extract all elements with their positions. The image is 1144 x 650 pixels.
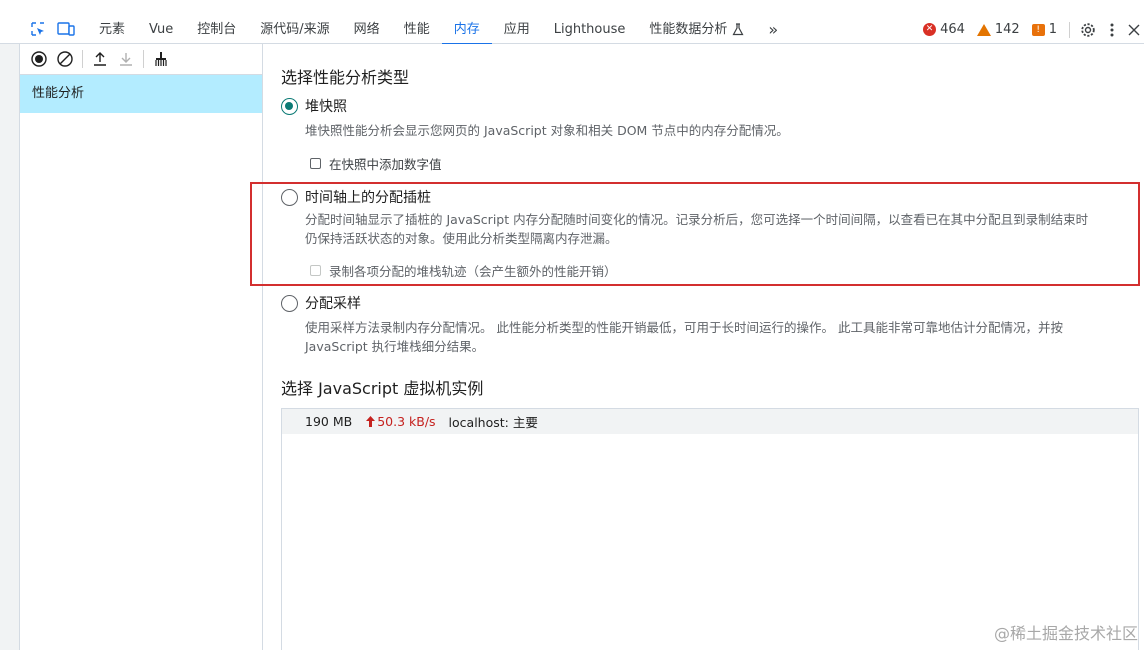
option-allocation-sampling[interactable]: 分配采样	[281, 293, 361, 313]
record-icon[interactable]	[26, 47, 52, 71]
vm-host: localhost: 主要	[448, 415, 538, 430]
tab-network[interactable]: 网络	[342, 15, 392, 44]
allocation-sampling-label: 分配采样	[305, 296, 361, 312]
issue-icon: !	[1031, 23, 1045, 36]
left-gutter	[0, 44, 20, 650]
allocation-timeline-description-line2: 仍保持活跃状态的对象。使用此分析类型隔离内存泄漏。	[305, 231, 618, 246]
status-divider	[1069, 21, 1070, 38]
flask-icon	[732, 22, 744, 36]
error-icon: ✕	[923, 23, 937, 36]
allocation-sampling-description-line1: 使用采样方法录制内存分配情况。 此性能分析类型的性能开销最低，可用于长时间运行的…	[305, 320, 1063, 335]
warning-count[interactable]: 142	[995, 22, 1020, 37]
vm-rate-value: 50.3 kB/s	[377, 414, 436, 429]
tab-console[interactable]: 控制台	[185, 15, 248, 44]
tab-performance-insights[interactable]: 性能数据分析	[637, 15, 756, 44]
allocation-sampling-description-line2: JavaScript 执行堆栈细分结果。	[305, 339, 485, 354]
vm-memory: 190 MB	[305, 414, 353, 429]
profiles-sidebar: 性能分析	[20, 44, 263, 650]
collect-garbage-icon[interactable]	[148, 47, 174, 71]
stack-traces-checkbox	[310, 265, 321, 276]
tab-application[interactable]: 应用	[492, 15, 542, 44]
heap-snapshot-description: 堆快照性能分析会显示您网页的 JavaScript 对象和相关 DOM 节点中的…	[305, 123, 789, 138]
arrow-up-icon	[366, 416, 376, 427]
vm-instance-row[interactable]: 190 MB 50.3 kB/s localhost: 主要	[282, 409, 1138, 434]
tab-elements[interactable]: 元素	[87, 15, 137, 44]
vm-rate: 50.3 kB/s	[366, 414, 436, 429]
allocation-timeline-description: 分配时间轴显示了插桩的 JavaScript 内存分配随时间变化的情况。记录分析…	[305, 210, 1135, 248]
device-toolbar-icon[interactable]	[55, 18, 77, 40]
numeric-values-checkbox-row[interactable]: 在快照中添加数字值	[310, 154, 442, 173]
more-tabs-button[interactable]: »	[756, 15, 790, 44]
devtools-tab-bar: 元素 Vue 控制台 源代码/来源 网络 性能 内存 应用 Lighthouse…	[0, 15, 1144, 45]
sidebar-toolbar	[20, 44, 262, 75]
numeric-values-checkbox[interactable]	[310, 158, 321, 169]
option-heap-snapshot[interactable]: 堆快照	[281, 96, 347, 116]
allocation-sampling-description: 使用采样方法录制内存分配情况。 此性能分析类型的性能开销最低，可用于长时间运行的…	[305, 318, 1135, 356]
allocation-timeline-description-line1: 分配时间轴显示了插桩的 JavaScript 内存分配随时间变化的情况。记录分析…	[305, 212, 1089, 227]
status-area: ✕ 464 142 ! 1	[923, 15, 1144, 44]
warning-icon	[976, 23, 991, 36]
close-icon[interactable]	[1128, 24, 1140, 36]
vm-instance-title: 选择 JavaScript 虚拟机实例	[281, 379, 484, 398]
option-allocation-timeline[interactable]: 时间轴上的分配插桩	[281, 187, 431, 207]
sidebar-item-profiles[interactable]: 性能分析	[20, 75, 262, 113]
tab-performance-insights-label: 性能数据分析	[649, 21, 728, 37]
issue-count[interactable]: 1	[1049, 22, 1057, 37]
inspect-element-icon[interactable]	[27, 18, 49, 40]
tab-vue[interactable]: Vue	[137, 15, 185, 44]
tab-memory[interactable]: 内存	[441, 15, 492, 45]
heap-snapshot-label: 堆快照	[305, 99, 347, 115]
stack-traces-checkbox-label: 录制各项分配的堆栈轨迹（会产生额外的性能开销）	[329, 264, 617, 279]
allocation-timeline-radio[interactable]	[281, 188, 298, 206]
error-count[interactable]: 464	[940, 22, 965, 37]
vm-instance-list: 190 MB 50.3 kB/s localhost: 主要	[281, 408, 1139, 650]
watermark: @稀土掘金技术社区	[993, 624, 1138, 643]
tab-sources[interactable]: 源代码/来源	[248, 15, 341, 44]
tab-performance[interactable]: 性能	[392, 15, 442, 44]
heap-snapshot-radio[interactable]	[281, 97, 298, 115]
more-options-icon[interactable]	[1110, 23, 1114, 37]
allocation-sampling-radio[interactable]	[281, 294, 298, 312]
toolbar-divider	[143, 50, 144, 68]
load-profile-icon[interactable]	[87, 47, 113, 71]
save-profile-icon	[113, 47, 139, 71]
tab-lighthouse[interactable]: Lighthouse	[542, 15, 638, 44]
toolbar-divider	[82, 50, 83, 68]
clear-all-icon[interactable]	[52, 47, 78, 71]
profile-type-title: 选择性能分析类型	[281, 68, 410, 87]
profile-launcher: 选择性能分析类型 堆快照 堆快照性能分析会显示您网页的 JavaScript 对…	[264, 44, 1144, 650]
settings-gear-icon[interactable]	[1080, 22, 1096, 38]
stack-traces-checkbox-row: 录制各项分配的堆栈轨迹（会产生额外的性能开销）	[310, 261, 617, 280]
numeric-values-checkbox-label: 在快照中添加数字值	[329, 157, 442, 172]
allocation-timeline-label: 时间轴上的分配插桩	[305, 190, 431, 206]
